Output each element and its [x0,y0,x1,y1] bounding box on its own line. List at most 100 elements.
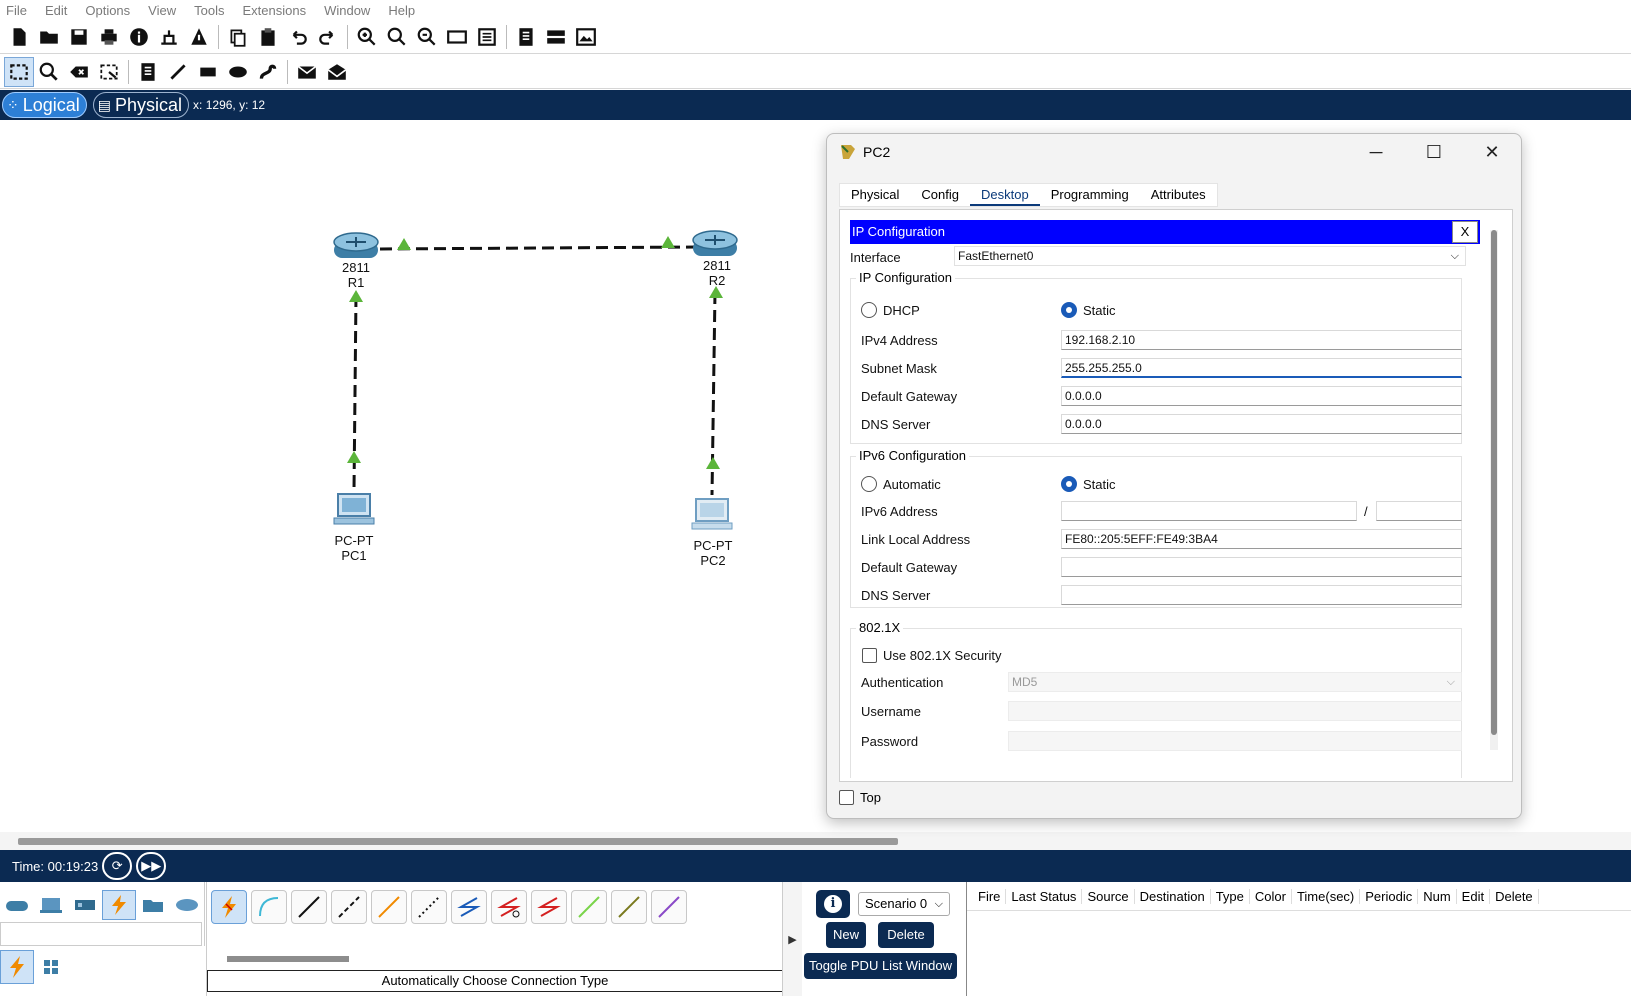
zoom-out-icon[interactable] [412,22,442,52]
collapse-toggle[interactable]: ▶ [782,882,802,996]
pc2-icon[interactable] [691,498,733,530]
workspace-horizontal-scrollbar[interactable] [0,832,1631,850]
place-note-icon[interactable] [133,57,163,87]
paste-icon[interactable] [253,22,283,52]
scrollbar-thumb[interactable] [1491,230,1497,735]
username-input[interactable] [1008,701,1462,721]
column-fire[interactable]: Fire [973,888,1007,904]
password-input[interactable] [1008,731,1462,751]
auto-connection-icon[interactable] [211,890,247,924]
toggle-pdu-list-button[interactable]: Toggle PDU List Window [804,953,957,979]
column-delete[interactable]: Delete [1490,888,1539,904]
use-dot1x-checkbox[interactable] [862,648,877,663]
resize-tool-icon[interactable] [94,57,124,87]
undo-icon[interactable] [283,22,313,52]
freeform-icon[interactable] [253,57,283,87]
physical-mode-button[interactable]: ▤ Physical [92,92,190,118]
save-icon[interactable] [64,22,94,52]
network-devices-icon[interactable] [0,890,34,920]
column-edit[interactable]: Edit [1457,888,1491,904]
maximize-button[interactable]: ☐ [1405,134,1463,170]
grid-subtype-icon[interactable] [34,950,68,984]
fast-forward-button[interactable]: ▶▶ [136,852,167,880]
menu-edit[interactable]: Edit [45,3,67,18]
power-cycle-button[interactable]: ⟳ [102,852,133,880]
usb-cable-icon[interactable] [651,890,687,924]
ipv6-address-input[interactable] [1061,501,1357,521]
link-local-input[interactable]: FE80::205:5EFF:FE49:3BA4 [1061,529,1462,549]
drawing-palette-icon[interactable] [442,22,472,52]
serial-dce-icon[interactable] [491,890,527,924]
fiber-icon[interactable] [371,890,407,924]
top-checkbox[interactable] [839,790,854,805]
print-icon[interactable] [94,22,124,52]
draw-ellipse-icon[interactable] [223,57,253,87]
inspect-tool-icon[interactable] [34,57,64,87]
close-window-button[interactable]: ✕ [1463,134,1521,170]
tab-attributes[interactable]: Attributes [1140,184,1217,206]
column-destination[interactable]: Destination [1135,888,1211,904]
tab-config[interactable]: Config [910,184,970,206]
menu-file[interactable]: File [6,3,27,18]
end-devices-icon[interactable] [34,890,68,920]
new-file-icon[interactable] [4,22,34,52]
phone-cable-icon[interactable] [411,890,447,924]
console-cable-icon[interactable] [251,890,287,924]
column-periodic[interactable]: Periodic [1360,888,1419,904]
connection-subtype-icon[interactable] [0,950,34,984]
iot-cable-icon[interactable] [611,890,647,924]
copy-icon[interactable] [223,22,253,52]
menu-extensions[interactable]: Extensions [242,3,306,18]
column-last-status[interactable]: Last Status [1006,888,1083,904]
column-num[interactable]: Num [1418,888,1457,904]
ipv4-gateway-input[interactable]: 0.0.0.0 [1061,386,1462,406]
tab-physical[interactable]: Physical [840,184,910,206]
router-r1-icon[interactable] [333,232,379,258]
ipv6-static-radio[interactable] [1061,476,1077,492]
interface-select[interactable]: FastEthernet0 ⌵ [954,246,1466,266]
ipv6-gateway-input[interactable] [1061,557,1462,577]
ip-config-close-button[interactable]: X [1452,221,1478,243]
zoom-reset-icon[interactable] [382,22,412,52]
minimize-button[interactable]: ─ [1347,134,1405,170]
select-tool-icon[interactable] [4,56,34,87]
zoom-in-icon[interactable] [352,22,382,52]
router-r2-icon[interactable] [692,230,738,256]
menu-help[interactable]: Help [388,3,415,18]
ipv6-automatic-radio[interactable] [861,476,877,492]
tab-programming[interactable]: Programming [1040,184,1140,206]
scrollbar-thumb[interactable] [18,838,898,845]
new-scenario-button[interactable]: New [826,922,866,948]
column-time[interactable]: Time(sec) [1292,888,1361,904]
copper-cross-icon[interactable] [331,890,367,924]
screenshot-icon[interactable] [571,22,601,52]
ipv6-prefix-input[interactable] [1376,501,1462,521]
link-r1-r2[interactable] [379,245,697,251]
draw-rectangle-icon[interactable] [193,57,223,87]
connections-icon[interactable] [102,890,136,920]
components-icon[interactable] [68,890,102,920]
dhcp-radio[interactable] [861,302,877,318]
ipv4-address-input[interactable]: 192.168.2.10 [1061,330,1462,350]
column-type[interactable]: Type [1211,888,1250,904]
serial-dte-icon[interactable] [531,890,567,924]
ipv6-dns-input[interactable] [1061,585,1462,605]
authentication-select[interactable]: MD5 ⌵ [1008,672,1462,692]
network-wizard-icon[interactable] [154,22,184,52]
connection-scrollbar[interactable] [227,956,349,962]
pc1-icon[interactable] [333,493,375,525]
info-icon[interactable] [124,22,154,52]
copper-straight-icon[interactable] [291,890,327,924]
add-complex-pdu-icon[interactable] [322,57,352,87]
coaxial-icon[interactable] [451,890,487,924]
ipv4-dns-input[interactable]: 0.0.0.0 [1061,414,1462,434]
tab-desktop[interactable]: Desktop [970,184,1040,206]
static-ipv4-radio[interactable] [1061,302,1077,318]
subnet-mask-input[interactable]: 255.255.255.0 [1061,358,1462,378]
menu-window[interactable]: Window [324,3,370,18]
add-simple-pdu-icon[interactable] [292,57,322,87]
octal-cable-icon[interactable] [571,890,607,924]
panel-vertical-scrollbar[interactable] [1490,230,1498,750]
column-source[interactable]: Source [1082,888,1135,904]
column-color[interactable]: Color [1250,888,1292,904]
